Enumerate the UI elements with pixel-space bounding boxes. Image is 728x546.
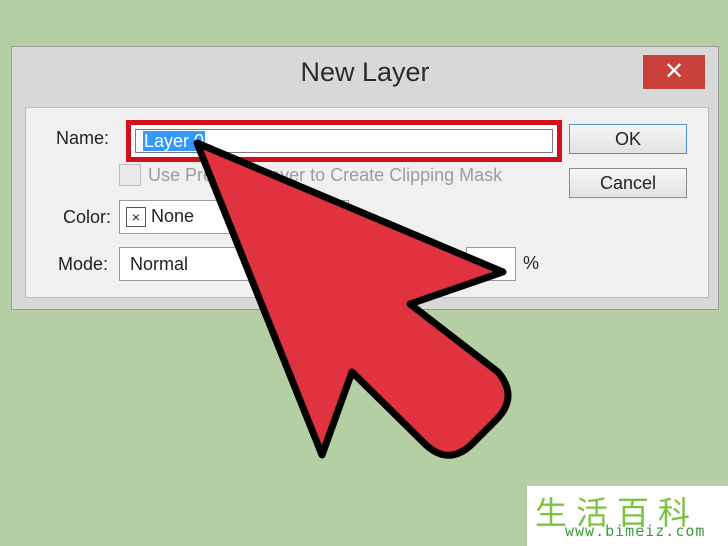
watermark: 生活百科 www.bimeiz.com — [527, 486, 728, 546]
watermark-url: www.bimeiz.com — [565, 522, 706, 540]
arrow-shape — [193, 139, 512, 459]
pointer-arrow-icon — [193, 139, 512, 459]
